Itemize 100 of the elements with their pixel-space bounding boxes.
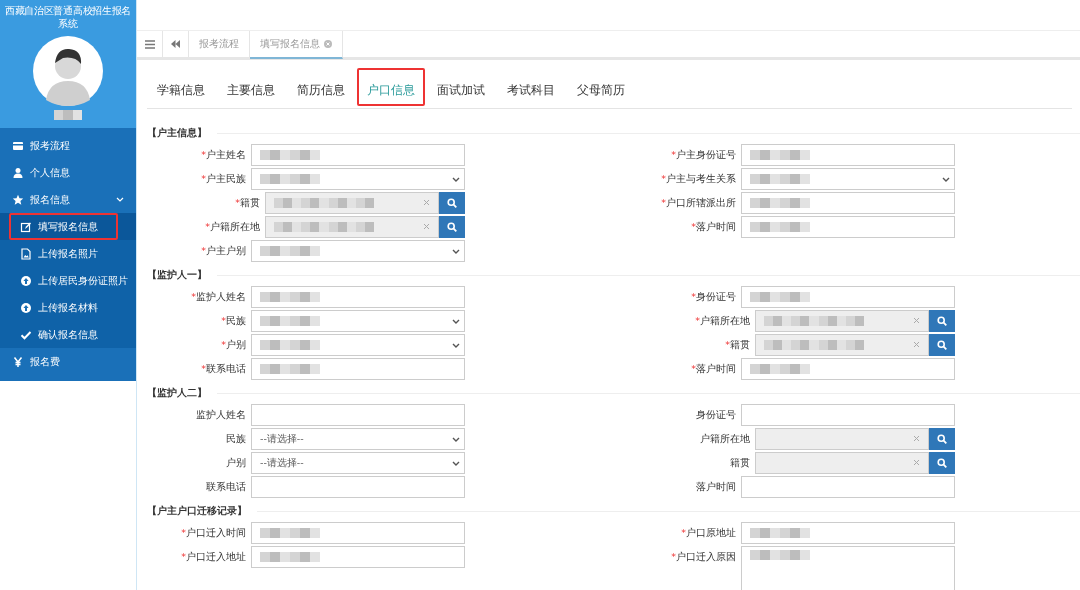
field-label: *落户时间: [690, 362, 737, 376]
input-field[interactable]: [251, 546, 465, 568]
field-label: *户主户别: [200, 244, 247, 258]
field-label: *身份证号: [690, 290, 737, 304]
select-field[interactable]: [251, 310, 465, 332]
field-label: *落户时间: [690, 220, 737, 234]
text-area[interactable]: [741, 546, 955, 590]
field-label: *户口迁入地址: [180, 550, 247, 564]
redacted-text: [750, 550, 810, 560]
select-field[interactable]: [251, 334, 465, 356]
input-field[interactable]: [755, 334, 929, 356]
caret-icon: [452, 343, 460, 349]
redacted-text: [750, 150, 810, 160]
field-label: 民族: [225, 432, 247, 446]
form-tab[interactable]: 面试加试: [427, 68, 495, 106]
input-field[interactable]: [755, 310, 929, 332]
select-field[interactable]: [251, 240, 465, 262]
field-label: *户籍所在地: [204, 220, 261, 234]
input-field[interactable]: [265, 216, 439, 238]
form-tab[interactable]: 简历信息: [287, 68, 355, 106]
menu-item[interactable]: 报名信息: [0, 186, 136, 213]
form-tab[interactable]: 考试科目: [497, 68, 565, 106]
menu-item[interactable]: 报名费: [0, 348, 136, 375]
field-label: *民族: [220, 314, 247, 328]
search-icon: [937, 458, 947, 468]
search-icon: [447, 222, 457, 232]
caret-icon: [942, 177, 950, 183]
section-title: 【监护人一】: [147, 268, 207, 282]
input-field[interactable]: [741, 144, 955, 166]
input-field[interactable]: [265, 192, 439, 214]
star-icon: [12, 193, 24, 206]
search-button[interactable]: [439, 216, 465, 238]
caret-icon: [452, 249, 460, 255]
form-tab[interactable]: 主要信息: [217, 68, 285, 106]
edit-icon: [20, 220, 32, 233]
input-field[interactable]: [741, 522, 955, 544]
input-field[interactable]: [251, 286, 465, 308]
input-field[interactable]: [251, 144, 465, 166]
select-field[interactable]: --请选择--: [251, 452, 465, 474]
input-field[interactable]: [741, 358, 955, 380]
input-field[interactable]: [251, 522, 465, 544]
section-title: 【监护人二】: [147, 386, 207, 400]
field-label: *户籍所在地: [694, 314, 751, 328]
submenu-item[interactable]: 上传报名照片: [0, 240, 136, 267]
upload-icon: [20, 274, 32, 287]
search-button[interactable]: [929, 310, 955, 332]
menu-item[interactable]: 个人信息: [0, 159, 136, 186]
field-label: *户口迁入时间: [180, 526, 247, 540]
redacted-text: [260, 174, 320, 184]
redacted-text: [260, 552, 320, 562]
search-button[interactable]: [439, 192, 465, 214]
field-label: 籍贯: [729, 456, 751, 470]
submenu-item[interactable]: 确认报名信息: [0, 321, 136, 348]
search-button[interactable]: [929, 452, 955, 474]
picture-file-icon: [20, 247, 32, 260]
search-button[interactable]: [929, 334, 955, 356]
select-field[interactable]: [741, 168, 955, 190]
field-label: *籍贯: [234, 196, 261, 210]
search-icon: [937, 340, 947, 350]
avatar-icon: [33, 36, 103, 106]
submenu-item[interactable]: 上传居民身份证照片: [0, 267, 136, 294]
input-field[interactable]: [755, 428, 929, 450]
form-tab[interactable]: 户口信息: [357, 68, 425, 106]
search-icon: [937, 316, 947, 326]
search-button[interactable]: [929, 428, 955, 450]
input-field[interactable]: [741, 216, 955, 238]
submenu-item[interactable]: 上传报名材料: [0, 294, 136, 321]
caret-icon: [452, 177, 460, 183]
redacted-text: [750, 364, 810, 374]
section-title: 【户主信息】: [147, 126, 207, 140]
redacted-text: [750, 292, 810, 302]
redacted-text: [260, 292, 320, 302]
field-label: *户别: [220, 338, 247, 352]
form-tab[interactable]: 学籍信息: [147, 68, 215, 106]
input-field[interactable]: [741, 476, 955, 498]
field-label: *户主身份证号: [670, 148, 737, 162]
input-field[interactable]: [741, 404, 955, 426]
clear-icon: [913, 459, 920, 466]
select-field[interactable]: --请选择--: [251, 428, 465, 450]
input-field[interactable]: [741, 192, 955, 214]
form-tab[interactable]: 父母简历: [567, 68, 635, 106]
select-field[interactable]: [251, 168, 465, 190]
clear-icon: [913, 435, 920, 442]
search-icon: [937, 434, 947, 444]
input-field[interactable]: [251, 404, 465, 426]
field-label: 落户时间: [695, 480, 737, 494]
chevron-icon: [116, 196, 124, 203]
menu-icon: [144, 39, 155, 49]
section-title: 【户主户口迁移记录】: [147, 504, 247, 518]
input-field[interactable]: [755, 452, 929, 474]
input-field[interactable]: [251, 358, 465, 380]
redacted-text: [260, 528, 320, 538]
input-field[interactable]: [251, 476, 465, 498]
field-label: *户口所辖派出所: [660, 196, 737, 210]
menu-item[interactable]: 报考流程: [0, 132, 136, 159]
input-field[interactable]: [741, 286, 955, 308]
field-label: *联系电话: [200, 362, 247, 376]
field-label: *监护人姓名: [190, 290, 247, 304]
redacted-text: [260, 246, 320, 256]
app-title: 西藏自治区普通高校招生报名系统: [3, 4, 133, 30]
